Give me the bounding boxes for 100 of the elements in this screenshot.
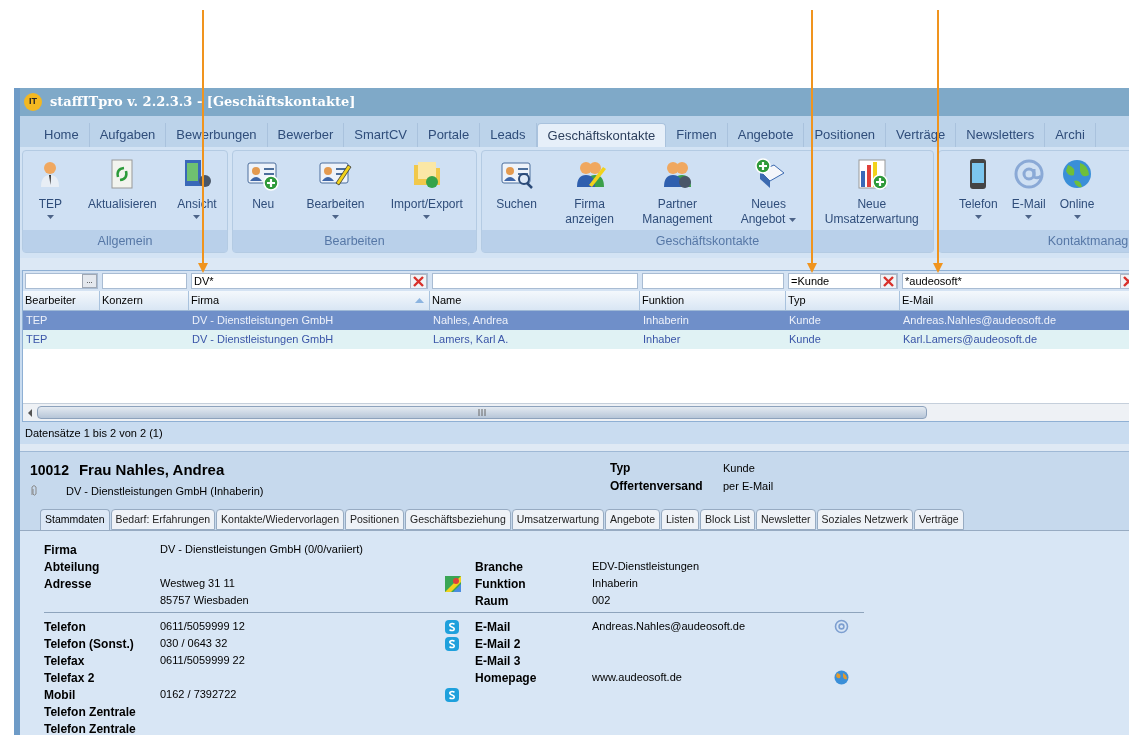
browse-button[interactable]: ... (82, 274, 97, 288)
clear-filter-button[interactable] (880, 274, 897, 288)
splitter-bar[interactable] (20, 444, 1129, 452)
filter-field[interactable]: *audeosoft* (902, 273, 1129, 289)
info-value: per E-Mail (723, 478, 774, 494)
detail-tab[interactable]: Block List (700, 509, 755, 530)
column-header[interactable]: Funktion (640, 291, 786, 310)
window-title: staffITpro v. 2.2.3.3 - [Geschäftskontakte] (50, 93, 356, 112)
ribbon-button[interactable]: E-Mail (1009, 157, 1048, 219)
table-cell-text: Kunde (789, 313, 821, 329)
detail-tab[interactable]: Geschäftsbeziehung (405, 509, 511, 530)
clear-filter-button[interactable] (410, 274, 427, 288)
detail-tab[interactable]: Verträge (914, 509, 964, 530)
horizontal-scrollbar[interactable] (23, 403, 1129, 421)
table-cell-text: DV - Dienstleistungen GmbH (192, 313, 334, 329)
table-cell-text: Karl.Lamers@audeosoft.de (903, 332, 1038, 348)
detail-tab[interactable]: Listen (661, 509, 700, 530)
field-label: Raum (475, 592, 510, 609)
filter-field[interactable] (432, 273, 638, 289)
field-label: E-Mail 3 (475, 652, 522, 669)
field-value: 030 / 0643 32 (160, 636, 229, 652)
group-label: Allgemein (23, 230, 227, 252)
field-label: Homepage (475, 669, 538, 686)
grip-icon (478, 409, 486, 416)
filter-field[interactable] (642, 273, 784, 289)
field-value: Westweg 31 11 (160, 576, 236, 592)
ribbon-button[interactable]: Bearbeiten (304, 157, 367, 219)
company-name: DV - Dienstleistungen GmbH (Inhaberin) (66, 483, 264, 499)
table-cell-text: Nahles, Andrea (433, 313, 509, 329)
ribbon-button[interactable]: Partner Management (640, 157, 715, 227)
field-label: Funktion (475, 575, 527, 592)
field-value: Andreas.Nahles@audeosoft.de (592, 619, 747, 635)
ribbon-tab[interactable]: Geschäftskontakte (536, 123, 667, 147)
ribbon-button[interactable]: Neue Umsatzerwartung (822, 157, 921, 227)
column-header[interactable]: Bearbeiter (23, 291, 100, 310)
filter-field[interactable]: DV* (191, 273, 428, 289)
ribbon-button[interactable]: Firma anzeigen (563, 157, 616, 227)
field-label: E-Mail (475, 618, 512, 635)
field-label: Telefon (Sonst.) (44, 635, 135, 652)
ribbon-button[interactable]: Neu (244, 157, 283, 212)
detail-tab[interactable]: Newsletter (756, 509, 816, 530)
contact-name: Frau Nahles, Andrea (78, 460, 225, 480)
ribbon-button[interactable]: Neues Angebot (738, 157, 799, 227)
detail-tab[interactable]: Kontakte/Wiedervorlagen (216, 509, 344, 530)
filter-field[interactable]: ... (25, 273, 98, 289)
field-value: DV - Dienstleistungen GmbH (0/0/variiert) (160, 542, 364, 558)
detail-tab[interactable]: Angebote (605, 509, 661, 530)
map-icon[interactable] (445, 575, 461, 592)
filter-field[interactable] (102, 273, 187, 289)
detail-tab[interactable]: Stammdaten (40, 509, 110, 530)
table-cell-text: Inhaberin (643, 313, 689, 329)
column-header[interactable]: E-Mail (900, 291, 1129, 310)
field-label: Branche (475, 558, 525, 575)
ribbon-button[interactable]: Online (1057, 157, 1097, 219)
field-value: 002 (592, 593, 612, 609)
detail-tab[interactable]: Bedarf: Erfahrungen (110, 509, 216, 530)
table-cell-text: TEP (26, 332, 48, 348)
ribbon-button[interactable]: Aktualisieren (85, 157, 159, 212)
globe-icon[interactable] (834, 670, 849, 685)
field-value: Inhaberin (592, 576, 639, 592)
info-value: Kunde (723, 460, 755, 476)
field-label: Telefax (44, 652, 86, 669)
field-value: 0611/5059999 12 (160, 619, 246, 635)
at-sign-icon[interactable] (834, 619, 849, 634)
ribbon-button[interactable]: Telefon (957, 157, 1000, 219)
table-cell-text: Inhaber (643, 332, 681, 348)
field-label: Adresse (44, 575, 93, 592)
field-label: E-Mail 2 (475, 635, 522, 652)
field-label: Telefon Zentrale (44, 720, 137, 735)
field-value: 0611/5059999 22 (160, 653, 246, 669)
column-header[interactable]: Name (430, 291, 640, 310)
detail-tab[interactable]: Positionen (345, 509, 405, 530)
contact-id: 10012 (30, 461, 69, 480)
column-header[interactable]: Firma (189, 291, 430, 310)
skype-icon[interactable] (445, 687, 459, 702)
table-cell-text: DV - Dienstleistungen GmbH (192, 332, 334, 348)
field-label: Telefon Zentrale (44, 703, 137, 720)
paperclip-icon (30, 484, 38, 498)
detail-tab[interactable]: Umsatzerwartung (511, 509, 605, 530)
table-row[interactable]: TEP DV - Dienstleistungen GmbH Lamers, Karl A. Inhaber Kunde Karl.Lamers@audeosoft.de (23, 330, 1129, 349)
column-header[interactable]: Konzern (100, 291, 189, 310)
field-value: 0162 / 7392722 (160, 687, 238, 703)
filter-field[interactable]: =Kunde (788, 273, 898, 289)
field-label: Firma (44, 541, 78, 558)
table-cell-text: TEP (26, 313, 48, 329)
ribbon-button[interactable]: TEP (31, 157, 70, 219)
field-value: www.audeosoft.de (592, 670, 683, 686)
group-label: Bearbeiten (233, 230, 476, 252)
detail-tab[interactable]: Soziales Netzwerk (816, 509, 913, 530)
field-label: Abteilung (44, 558, 101, 575)
field-label: Mobil (44, 686, 77, 703)
field-value: 85757 Wiesbaden (160, 593, 250, 609)
ribbon-button[interactable]: Import/Export (388, 157, 465, 219)
field-label: Telefon (44, 618, 87, 635)
ribbon-button[interactable]: Suchen (494, 157, 539, 212)
record-count: Datensätze 1 bis 2 von 2 (1) (25, 425, 163, 441)
skype-icon[interactable] (445, 636, 459, 651)
column-header[interactable]: Typ (786, 291, 900, 310)
skype-icon[interactable] (445, 619, 459, 634)
field-label: Telefax 2 (44, 669, 96, 686)
